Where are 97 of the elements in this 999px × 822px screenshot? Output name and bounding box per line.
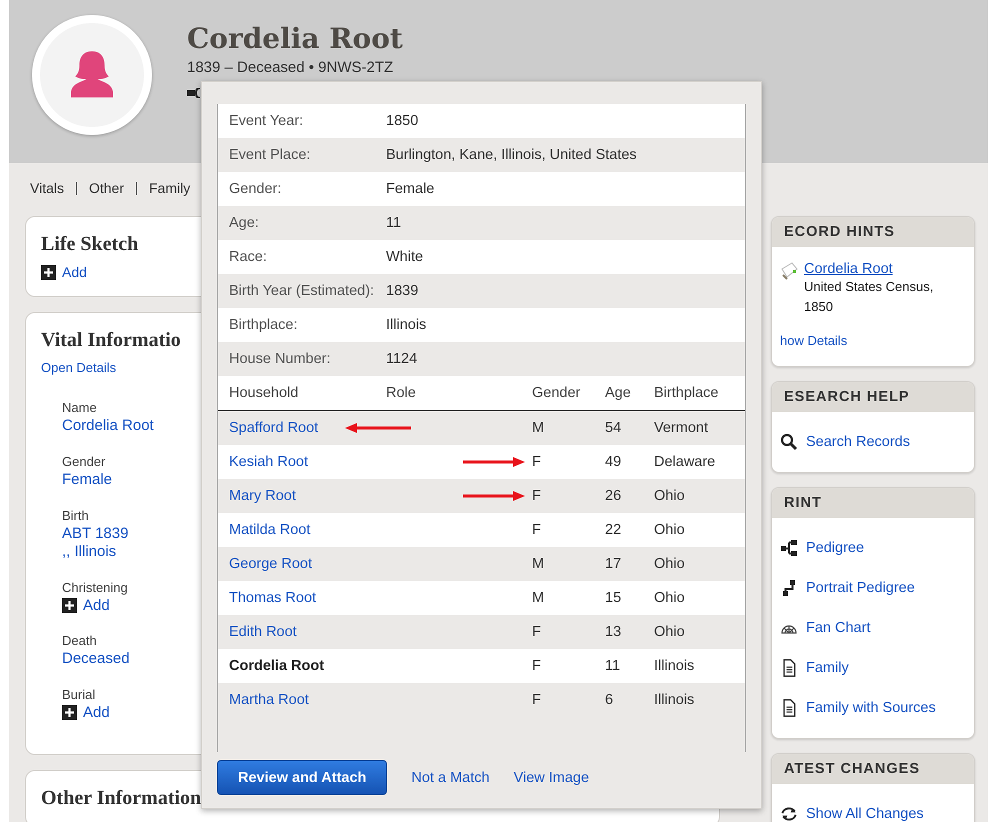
- sidebar-link[interactable]: Search Records: [806, 434, 910, 450]
- person-name: Cordelia Root: [187, 22, 403, 55]
- household-member[interactable]: Martha Root: [229, 692, 309, 708]
- table-cell-text: M: [532, 556, 546, 572]
- table-cell-text: 17: [605, 556, 622, 572]
- detail-value: Illinois: [386, 317, 426, 333]
- add-link[interactable]: Add: [62, 264, 87, 280]
- field-label: Death: [62, 632, 97, 650]
- detail-value: 1850: [386, 113, 418, 129]
- table-cell-text: F: [532, 658, 542, 674]
- sidebar-link[interactable]: Fan Chart: [806, 620, 870, 636]
- sidebar-link[interactable]: Family: [806, 660, 849, 676]
- table-cell-text: 15: [605, 590, 622, 606]
- table-cell-text: Ohio: [654, 590, 686, 606]
- card-title: Vital Informatio: [41, 329, 181, 352]
- card-title: Life Sketch: [41, 233, 138, 256]
- household-member[interactable]: George Root: [229, 556, 312, 572]
- field-label: Christening: [62, 579, 128, 597]
- table-cell-text: 13: [605, 624, 622, 640]
- detail-label: Gender:: [228, 180, 282, 199]
- field-value-link[interactable]: Deceased: [62, 650, 130, 668]
- table-cell-text: F: [532, 488, 542, 504]
- household-member[interactable]: Edith Root: [229, 624, 297, 640]
- column-header: Gender: [532, 385, 582, 401]
- field-label: Gender: [62, 453, 106, 471]
- detail-label: Age:: [228, 214, 260, 233]
- detail-value: 11: [386, 215, 402, 231]
- table-cell-text: 54: [605, 420, 622, 436]
- card-header: RINT: [772, 488, 974, 518]
- detail-value: 1839: [386, 283, 418, 299]
- table-cell-text: 22: [605, 522, 622, 538]
- action-link[interactable]: Not a Match: [411, 770, 490, 786]
- field-value-link[interactable]: ABT 1839: [62, 525, 128, 543]
- table-cell-text: Ohio: [654, 488, 686, 504]
- column-header: Birthplace: [654, 385, 720, 401]
- table-cell-text: M: [532, 590, 546, 606]
- table-cell-text: 11: [605, 658, 622, 674]
- show-details-link[interactable]: how Details: [780, 333, 848, 348]
- detail-label: Event Year:: [228, 112, 304, 131]
- record-source: United States Census, 1850: [804, 278, 934, 316]
- table-cell-text: F: [532, 692, 542, 708]
- detail-label: Birthplace:: [228, 316, 299, 335]
- table-cell-text: F: [532, 624, 542, 640]
- detail-label: House Number:: [228, 350, 332, 369]
- section-link[interactable]: Other: [88, 182, 137, 194]
- table-cell-text: 49: [605, 454, 622, 470]
- household-member: Cordelia Root: [229, 658, 324, 674]
- sidebar-link[interactable]: Portrait Pedigree: [806, 580, 915, 596]
- table-cell-text: Vermont: [654, 420, 709, 436]
- field-value-link[interactable]: Female: [62, 471, 112, 489]
- card-header: ATEST CHANGES: [772, 754, 974, 784]
- table-cell-text: F: [532, 522, 542, 538]
- card-title: Other Information: [41, 787, 202, 810]
- detail-value: 1124: [386, 351, 418, 367]
- column-header: Role: [386, 385, 417, 401]
- table-cell-text: Delaware: [654, 454, 716, 470]
- table-cell-text: M: [532, 420, 546, 436]
- column-header: Household: [228, 385, 300, 401]
- card-header: ECORD HINTS: [772, 217, 974, 247]
- open-details-link[interactable]: Open Details: [41, 360, 116, 375]
- detail-value: Female: [386, 181, 434, 197]
- table-cell-text: 6: [605, 692, 614, 708]
- field-label: Name: [62, 399, 97, 417]
- household-member[interactable]: Thomas Root: [229, 590, 316, 606]
- add-link[interactable]: Add: [83, 597, 110, 614]
- field-label: Burial: [62, 686, 96, 704]
- table-cell-text: 26: [605, 488, 622, 504]
- table-cell-text: Ohio: [654, 624, 686, 640]
- detail-value: White: [386, 249, 424, 265]
- review-and-attach-button[interactable]: Review and Attach: [217, 760, 388, 795]
- detail-label: Birth Year (Estimated):: [228, 282, 376, 301]
- person-summary: 1839 – Deceased • 9NWS-2TZ: [187, 59, 394, 76]
- household-member[interactable]: Matilda Root: [229, 522, 310, 538]
- detail-label: Event Place:: [228, 146, 312, 165]
- household-member[interactable]: Mary Root: [229, 488, 296, 504]
- household-member[interactable]: Spafford Root: [229, 420, 318, 436]
- section-link[interactable]: Family: [149, 182, 202, 194]
- table-cell-text: Illinois: [654, 692, 696, 708]
- action-link[interactable]: View Image: [514, 770, 590, 786]
- section-link[interactable]: Vitals: [30, 182, 77, 194]
- household-member[interactable]: Kesiah Root: [229, 454, 308, 470]
- field-value-link[interactable]: Cordelia Root: [62, 417, 154, 435]
- table-cell-text: Ohio: [654, 522, 686, 538]
- add-link[interactable]: Add: [83, 704, 110, 721]
- field-value-link[interactable]: ,, Illinois: [62, 543, 116, 561]
- table-cell-text: Ohio: [654, 556, 686, 572]
- sidebar-link[interactable]: Pedigree: [806, 540, 864, 556]
- card-header: ESEARCH HELP: [772, 382, 974, 412]
- record-hint-link[interactable]: Cordelia Root: [804, 261, 962, 277]
- detail-label: Race:: [228, 248, 268, 267]
- column-header: Age: [605, 385, 632, 401]
- table-cell-text: F: [532, 454, 542, 470]
- sidebar-link[interactable]: Family with Sources: [806, 700, 936, 716]
- detail-value: Burlington, Kane, Illinois, United States: [386, 147, 637, 163]
- table-cell-text: Illinois: [654, 658, 696, 674]
- field-label: Birth: [62, 507, 89, 525]
- sidebar-link[interactable]: Show All Changes: [806, 806, 924, 822]
